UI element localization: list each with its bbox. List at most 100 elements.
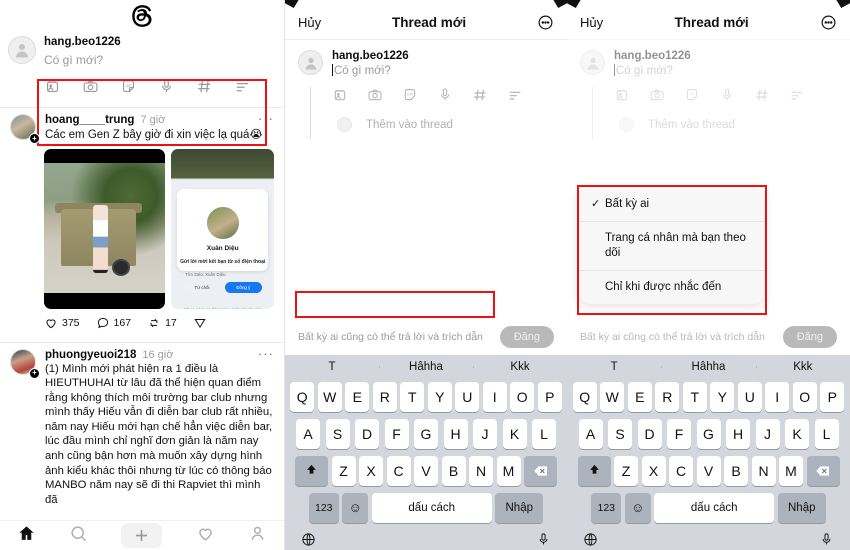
numbers-key[interactable]: 123 — [591, 492, 622, 523]
reply-setting-button[interactable]: Bất kỳ ai cũng có thể trả lời và trích d… — [298, 331, 500, 343]
hashtag-icon[interactable] — [472, 87, 488, 103]
key-s[interactable]: S — [608, 418, 632, 449]
key-v[interactable]: V — [696, 455, 721, 486]
microphone-icon[interactable] — [536, 532, 551, 547]
poll-icon[interactable] — [234, 78, 251, 95]
microphone-icon[interactable] — [819, 532, 834, 547]
image-icon[interactable] — [44, 78, 61, 95]
backspace-key[interactable] — [524, 455, 557, 486]
dropdown-option-mentioned[interactable]: Chỉ khi được nhắc đến — [579, 270, 764, 304]
card-decline-button[interactable]: Từ chối — [183, 281, 221, 293]
key-j[interactable]: J — [755, 418, 780, 449]
gif-icon[interactable]: GIF — [120, 78, 137, 95]
follow-badge[interactable]: + — [29, 133, 40, 144]
avatar[interactable]: + — [10, 348, 40, 379]
enter-key[interactable]: Nhập — [777, 492, 826, 523]
share-action[interactable] — [193, 316, 207, 330]
suggestion-3[interactable]: Kkk — [755, 361, 850, 373]
key-e[interactable]: E — [627, 381, 652, 412]
key-b[interactable]: B — [724, 455, 748, 486]
key-y[interactable]: Y — [710, 381, 735, 412]
key-f[interactable]: F — [667, 418, 691, 449]
key-y[interactable]: Y — [427, 381, 452, 412]
key-r[interactable]: R — [372, 381, 397, 412]
key-g[interactable]: G — [696, 418, 721, 449]
post-button[interactable]: Đăng — [499, 326, 554, 348]
key-n[interactable]: N — [469, 455, 493, 486]
shift-key[interactable] — [577, 455, 611, 486]
key-t[interactable]: T — [682, 381, 707, 412]
image-icon[interactable] — [332, 87, 348, 103]
post-image-2[interactable]: Xuân Diệu Gửi lời mời kết bạn từ số điện… — [171, 148, 274, 309]
nav-create[interactable] — [121, 523, 163, 548]
reply-setting-button[interactable]: Bất kỳ ai cũng có thể trả lời và trích d… — [580, 331, 783, 343]
key-v[interactable]: V — [414, 455, 438, 486]
camera-icon[interactable] — [82, 78, 99, 95]
key-q[interactable]: Q — [572, 381, 597, 412]
key-e[interactable]: E — [345, 381, 370, 412]
emoji-key[interactable]: ☺ — [342, 492, 369, 523]
post-username[interactable]: hoang____trung — [45, 114, 134, 126]
like-action[interactable]: 375 — [44, 316, 80, 330]
enter-key[interactable]: Nhập — [495, 492, 544, 523]
nav-search[interactable] — [69, 524, 88, 548]
globe-icon[interactable] — [301, 532, 316, 547]
repost-action[interactable]: 17 — [147, 316, 177, 330]
nav-profile[interactable] — [248, 524, 267, 548]
poll-icon[interactable] — [507, 87, 523, 103]
key-b[interactable]: B — [441, 455, 466, 486]
key-m[interactable]: M — [496, 455, 521, 486]
key-s[interactable]: S — [325, 418, 350, 449]
card-accept-button[interactable]: Đồng ý — [224, 281, 263, 293]
key-u[interactable]: U — [455, 381, 480, 412]
dropdown-option-anyone[interactable]: ✓ Bất kỳ ai — [579, 188, 764, 221]
more-icon[interactable] — [820, 14, 837, 31]
key-h[interactable]: H — [726, 418, 750, 449]
key-z[interactable]: Z — [331, 455, 356, 486]
post-media[interactable]: Xuân Diệu Gửi lời mời kết bạn từ số điện… — [44, 148, 274, 309]
suggestion-1[interactable]: T — [285, 361, 379, 373]
key-o[interactable]: O — [792, 381, 817, 412]
cancel-button[interactable]: Hủy — [298, 15, 321, 30]
avatar[interactable]: + — [10, 114, 40, 144]
key-x[interactable]: X — [641, 455, 666, 486]
key-n[interactable]: N — [751, 455, 776, 486]
key-u[interactable]: U — [737, 381, 762, 412]
follow-badge[interactable]: + — [29, 367, 40, 379]
key-j[interactable]: J — [473, 418, 497, 449]
key-l[interactable]: L — [532, 418, 556, 449]
key-i[interactable]: I — [765, 381, 790, 412]
composer-input[interactable]: Có gì mới? — [332, 64, 554, 77]
key-a[interactable]: A — [578, 418, 603, 449]
key-o[interactable]: O — [510, 381, 535, 412]
key-q[interactable]: Q — [290, 381, 315, 412]
key-d[interactable]: D — [637, 418, 662, 449]
nav-activity[interactable] — [196, 524, 215, 548]
microphone-icon[interactable] — [437, 87, 453, 103]
space-key[interactable]: dấu cách — [371, 492, 492, 523]
globe-icon[interactable] — [583, 532, 598, 547]
key-c[interactable]: C — [669, 455, 693, 486]
post-image-1[interactable] — [44, 148, 166, 309]
more-icon[interactable] — [537, 14, 554, 31]
numbers-key[interactable]: 123 — [308, 492, 339, 523]
key-w[interactable]: W — [317, 381, 342, 412]
key-f[interactable]: F — [384, 418, 409, 449]
suggestion-2[interactable]: Hâhha — [379, 361, 473, 373]
key-k[interactable]: K — [502, 418, 527, 449]
key-d[interactable]: D — [355, 418, 379, 449]
dropdown-option-following[interactable]: Trang cá nhân mà bạn theo dõi — [579, 221, 764, 270]
comment-action[interactable]: 167 — [96, 316, 131, 330]
suggestion-3[interactable]: Kkk — [473, 361, 567, 373]
key-c[interactable]: C — [386, 455, 411, 486]
camera-icon[interactable] — [367, 87, 383, 103]
key-p[interactable]: P — [820, 381, 845, 412]
cancel-button[interactable]: Hủy — [580, 15, 603, 30]
post-more-button[interactable]: ··· — [258, 112, 274, 125]
nav-home[interactable] — [17, 524, 36, 548]
composer-input[interactable]: Có gì mới? — [44, 53, 276, 67]
key-r[interactable]: R — [655, 381, 680, 412]
key-g[interactable]: G — [414, 418, 438, 449]
composer[interactable]: hang.beo1226 Có gì mới? GIF — [0, 32, 284, 146]
shift-key[interactable] — [295, 455, 328, 486]
